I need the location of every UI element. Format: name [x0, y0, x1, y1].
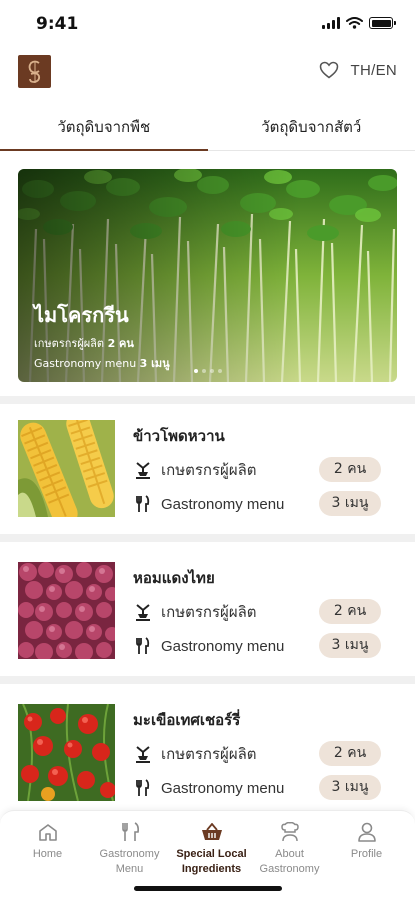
- farmers-count-badge: 2 คน: [319, 457, 381, 482]
- menu-row: Gastronomy menu: [133, 636, 284, 656]
- farmer-icon: [133, 744, 153, 764]
- ingredient-card-corn[interactable]: ข้าวโพดหวาน เกษตรกรผู้ผลิต 2 คน Gastrono…: [0, 402, 415, 522]
- nav-label: About Gastronomy: [259, 848, 320, 875]
- person-icon: [325, 821, 408, 843]
- featured-carousel[interactable]: ไมโครกรีน เกษตรกรผู้ผลิต 2 คน Gastronomy…: [18, 169, 397, 382]
- hero-caption: ไมโครกรีน เกษตรกรผู้ผลิต 2 คน Gastronomy…: [34, 299, 170, 372]
- farmers-label: เกษตรกรผู้ผลิต: [161, 604, 257, 621]
- cutlery-icon: [133, 778, 153, 798]
- farmers-label: เกษตรกรผู้ผลิต: [161, 462, 257, 479]
- chef-icon: [248, 821, 331, 843]
- nav-about-gastronomy[interactable]: About Gastronomy: [248, 821, 331, 877]
- home-indicator: [134, 886, 282, 891]
- hero-menus: Gastronomy menu 3 เมนู: [34, 357, 170, 370]
- carousel-dot[interactable]: [201, 369, 206, 373]
- menu-count-badge: 3 เมนู: [319, 633, 381, 658]
- menu-row: Gastronomy menu: [133, 494, 284, 514]
- hero-title: ไมโครกรีน: [34, 303, 129, 327]
- cutlery-icon: [88, 821, 171, 843]
- nav-special-local-ingredients[interactable]: Special Local Ingredients: [170, 821, 253, 877]
- farmers-count-badge: 2 คน: [319, 599, 381, 624]
- tab-animal-ingredients[interactable]: วัตถุดิบจากสัตว์: [208, 103, 415, 150]
- app-header: TH/EN: [0, 50, 415, 98]
- shallot-photo: [18, 562, 115, 659]
- cutlery-icon: [133, 636, 153, 656]
- menu-label: Gastronomy menu: [161, 495, 285, 513]
- farmer-icon: [133, 460, 153, 480]
- tab-plant-ingredients[interactable]: วัตถุดิบจากพืช: [0, 103, 208, 151]
- cutlery-icon: [133, 494, 153, 514]
- header-actions: TH/EN: [319, 61, 398, 79]
- menu-row: Gastronomy menu: [133, 778, 284, 798]
- carousel-dot[interactable]: [193, 369, 198, 373]
- farmers-label: เกษตรกรผู้ผลิต: [161, 746, 257, 763]
- farmers-row: เกษตรกรผู้ผลิต: [133, 600, 257, 624]
- wifi-icon: [346, 17, 363, 29]
- language-toggle[interactable]: TH/EN: [351, 62, 398, 79]
- heart-icon[interactable]: [319, 61, 339, 79]
- farmers-count-badge: 2 คน: [319, 741, 381, 766]
- ingredient-name: มะเขือเทศเชอร์รี่: [133, 711, 241, 729]
- ingredient-tabs: วัตถุดิบจากพืช วัตถุดิบจากสัตว์: [0, 103, 415, 151]
- status-time: 9:41: [36, 14, 79, 34]
- home-icon: [6, 821, 89, 843]
- corn-photo: [18, 420, 115, 517]
- ingredient-name: ข้าวโพดหวาน: [133, 427, 225, 445]
- cherry-tomato-photo: [18, 704, 115, 801]
- gs-logo-icon[interactable]: [18, 55, 51, 88]
- farmers-row: เกษตรกรผู้ผลิต: [133, 458, 257, 482]
- status-bar: 9:41: [0, 0, 415, 50]
- section-divider: [0, 676, 415, 684]
- nav-label: Profile: [350, 848, 383, 860]
- farmers-row: เกษตรกรผู้ผลิต: [133, 742, 257, 766]
- hero-farmers: เกษตรกรผู้ผลิต 2 คน: [34, 337, 134, 350]
- menu-label: Gastronomy menu: [161, 779, 285, 797]
- menu-count-badge: 3 เมนู: [319, 491, 381, 516]
- menu-count-badge: 3 เมนู: [319, 775, 381, 800]
- basket-icon: [170, 821, 253, 843]
- nav-label: Home: [32, 848, 63, 860]
- nav-home[interactable]: Home: [6, 821, 89, 862]
- ingredient-card-tomato[interactable]: มะเขือเทศเชอร์รี่ เกษตรกรผู้ผลิต 2 คน Ga…: [0, 686, 415, 806]
- section-divider: [0, 534, 415, 542]
- farmer-icon: [133, 602, 153, 622]
- battery-icon: [369, 17, 396, 29]
- menu-label: Gastronomy menu: [161, 637, 285, 655]
- carousel-dot[interactable]: [209, 369, 214, 373]
- carousel-dot[interactable]: [217, 369, 222, 373]
- nav-profile[interactable]: Profile: [325, 821, 408, 862]
- ingredient-card-shallot[interactable]: หอมแดงไทย เกษตรกรผู้ผลิต 2 คน Gastronomy…: [0, 544, 415, 664]
- nav-label: Special Local Ingredients: [176, 848, 247, 875]
- carousel-indicator: [193, 369, 222, 373]
- ingredient-name: หอมแดงไทย: [133, 569, 215, 587]
- status-icons: [322, 17, 396, 29]
- nav-label: Gastronomy Menu: [99, 848, 160, 875]
- nav-gastronomy-menu[interactable]: Gastronomy Menu: [88, 821, 171, 877]
- cellular-signal-icon: [322, 17, 340, 29]
